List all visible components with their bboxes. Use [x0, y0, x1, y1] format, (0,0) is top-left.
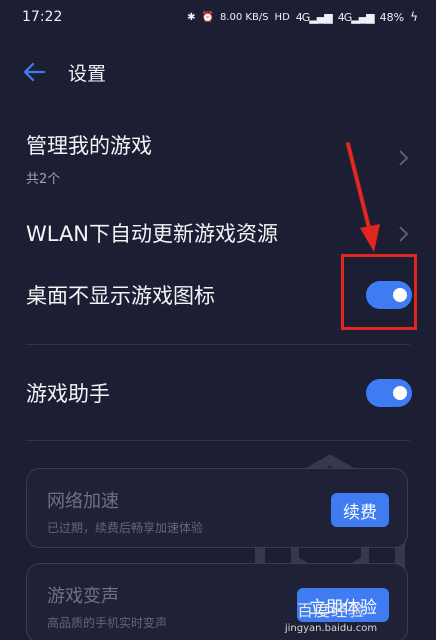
status-icons: ✱ ⏰ 8.00 KB/S HD 4G▂▄▆ 4G▂▄▆ 48% ϟ	[187, 10, 418, 24]
status-time: 17:22	[22, 9, 63, 25]
back-arrow-icon[interactable]	[22, 59, 48, 85]
divider	[26, 440, 410, 441]
page-title: 设置	[68, 62, 107, 85]
charging-icon: ϟ	[410, 10, 418, 24]
battery-level: 48%	[379, 10, 405, 24]
divider	[26, 344, 410, 345]
game-assistant-item: 游戏助手	[26, 378, 412, 410]
watermark: 百度经验 jingyan.baidu.com	[246, 597, 416, 634]
watermark-main: 百度经验	[296, 601, 365, 620]
arrow-annotation-icon	[346, 142, 380, 252]
chevron-right-icon	[399, 226, 409, 242]
chevron-right-icon	[399, 150, 409, 166]
game-assistant-toggle[interactable]	[366, 379, 412, 407]
card-description: 已过期，续费后畅享加速体验	[47, 521, 204, 535]
network-speed: 8.00 KB/S	[219, 11, 269, 23]
watermark-url: jingyan.baidu.com	[284, 623, 378, 634]
signal-icon-2: 4G▂▄▆	[337, 10, 375, 24]
renew-button[interactable]: 续费	[331, 493, 389, 527]
header: 设置	[0, 52, 436, 92]
card-title: 游戏变声	[47, 586, 119, 607]
status-bar: 17:22 ✱ ⏰ 8.00 KB/S HD 4G▂▄▆ 4G▂▄▆ 48% ϟ	[0, 0, 436, 34]
card-description: 高品质的手机实时变声	[47, 616, 168, 630]
network-boost-card: 网络加速 已过期，续费后畅享加速体验 续费	[26, 468, 408, 548]
hd-label: HD	[274, 11, 290, 23]
alarm-icon: ⏰	[201, 11, 214, 23]
game-assistant-label: 游戏助手	[26, 382, 110, 406]
signal-icon-1: 4G▂▄▆	[295, 10, 333, 24]
highlight-box	[341, 254, 417, 330]
bluetooth-icon: ✱	[187, 11, 196, 23]
toggle-knob	[393, 386, 407, 400]
card-title: 网络加速	[47, 491, 119, 512]
